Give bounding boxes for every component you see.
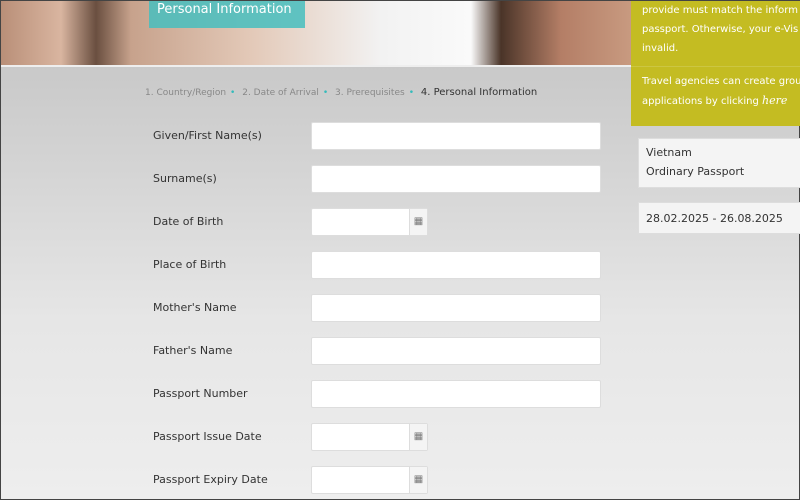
passport-issue-date-input[interactable]: ▦ [311,423,428,451]
step-2[interactable]: 2. Date of Arrival [242,88,319,98]
notice-text: provide must match the inform [642,5,798,16]
date-range-value: 28.02.2025 - 26.08.2025 [646,212,783,225]
passport-number-label: Passport Number [153,387,248,400]
place-of-birth-label: Place of Birth [153,258,227,271]
banner-title: Personal Information [149,1,305,28]
input-value [312,295,600,307]
place-of-birth-input[interactable] [311,251,601,279]
surname-s-input[interactable] [311,165,601,193]
side-notice: provide must match the inform passport. … [631,1,800,126]
header-banner: Personal Information [1,1,631,67]
mother-s-name-input[interactable] [311,294,601,322]
agency-text: applications by clicking [642,96,762,107]
notice-text: passport. Otherwise, your e-Vis [642,24,799,35]
passport-expiry-date-input[interactable]: ▦ [311,466,428,494]
here-link[interactable]: here [762,94,787,107]
surname-s-label: Surname(s) [153,172,217,185]
notice-text: invalid. [642,43,679,54]
passport-expiry-date-label: Passport Expiry Date [153,473,268,486]
calendar-icon[interactable]: ▦ [409,209,427,235]
document-type-value: Ordinary Passport [646,165,745,178]
date-of-birth-input[interactable]: ▦ [311,208,428,236]
step-3[interactable]: 3. Prerequisites [335,88,405,98]
country-value: Vietnam [646,146,692,159]
calendar-icon[interactable]: ▦ [409,467,427,493]
calendar-icon[interactable]: ▦ [409,424,427,450]
input-value [312,252,600,264]
step-breadcrumb: 1. Country/Region • 2. Date of Arrival • 3… [145,87,538,98]
date-range-card: 28.02.2025 - 26.08.2025 [638,202,800,234]
given-first-name-s-input[interactable] [311,122,601,150]
father-s-name-input[interactable] [311,337,601,365]
input-value [312,123,600,135]
input-value [312,338,600,350]
given-first-name-s-label: Given/First Name(s) [153,129,262,142]
father-s-name-label: Father's Name [153,344,233,357]
summary-card: Vietnam Ordinary Passport [638,138,800,188]
passport-number-input[interactable] [311,380,601,408]
date-of-birth-label: Date of Birth [153,215,224,228]
mother-s-name-label: Mother's Name [153,301,237,314]
input-value [312,166,600,178]
passport-issue-date-label: Passport Issue Date [153,430,262,443]
step-4-current: 4. Personal Information [420,87,538,98]
input-value [312,381,600,393]
agency-text: Travel agencies can create grou [642,76,800,87]
step-1[interactable]: 1. Country/Region [145,88,226,98]
